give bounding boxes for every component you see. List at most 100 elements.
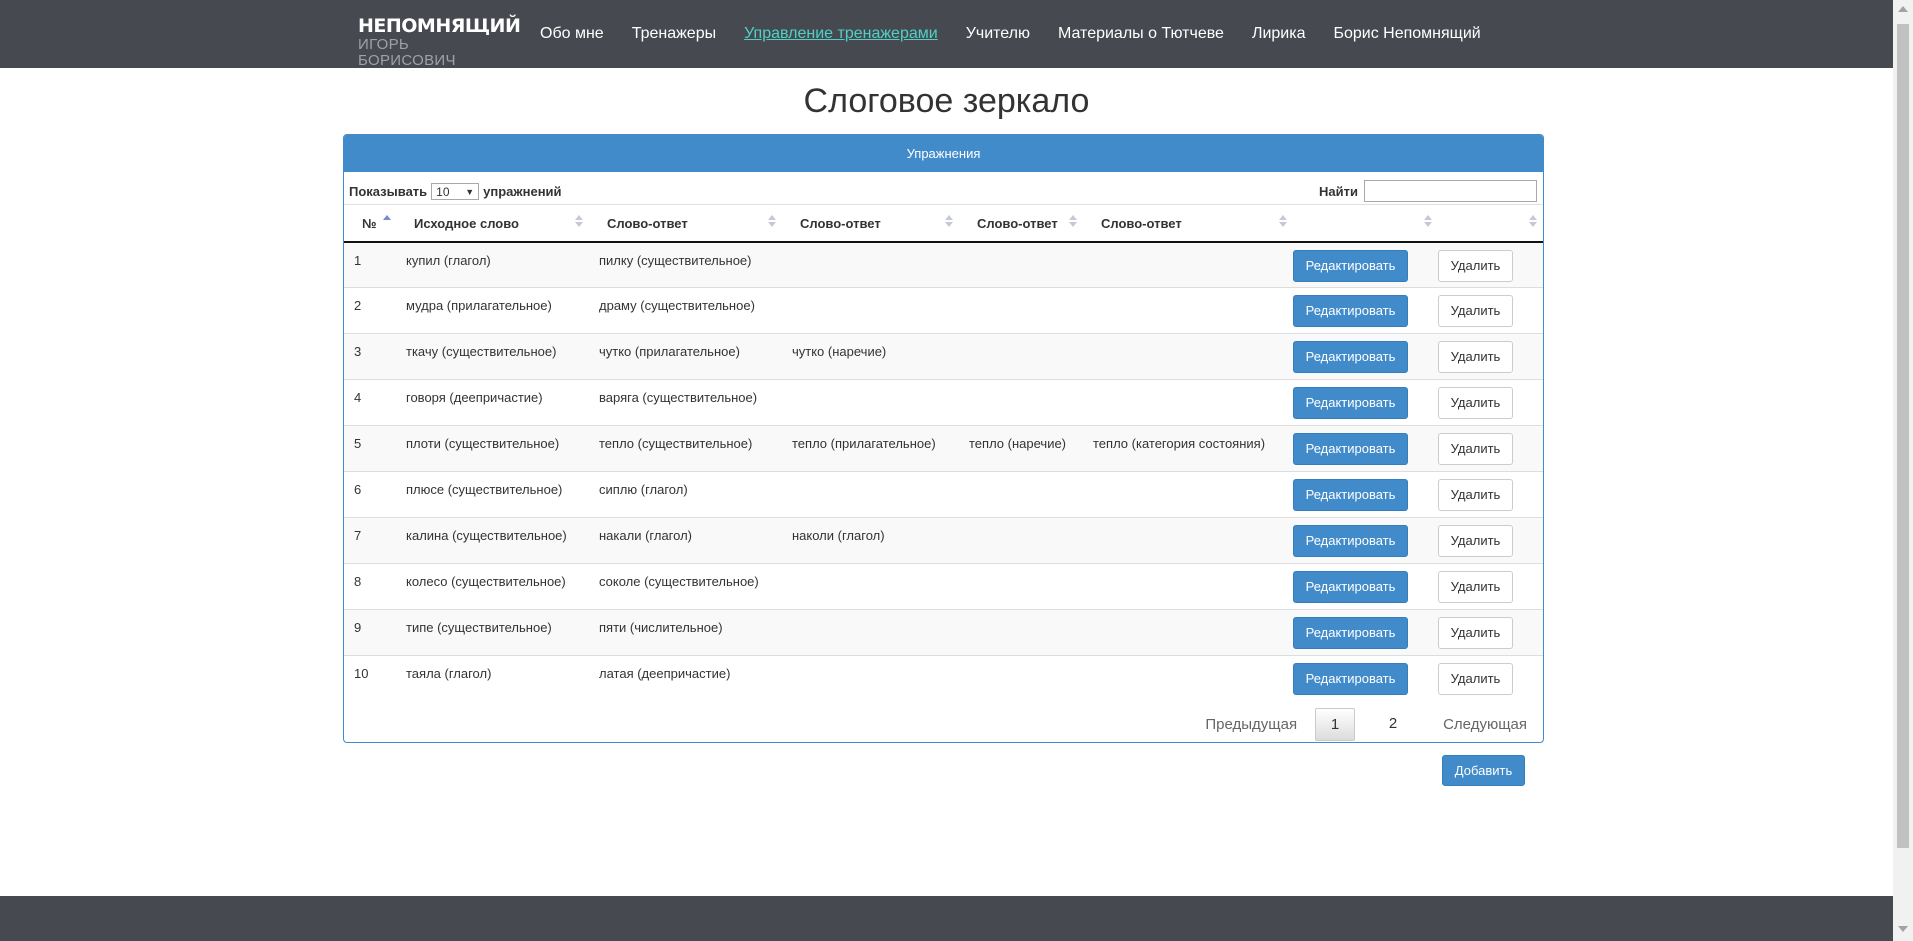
- footer: [0, 896, 1893, 941]
- page-scrollbar[interactable]: [1893, 0, 1913, 941]
- main-nav: Обо мне Тренажеры Управление тренажерами Уч…: [540, 0, 1509, 68]
- table-controls: Показывать 10 ▼ упражнений Найти: [344, 172, 1543, 204]
- delete-button[interactable]: Удалить: [1438, 387, 1513, 419]
- table-cell: [782, 241, 959, 288]
- nav-item-3[interactable]: Учителю: [966, 25, 1030, 43]
- scroll-thumb[interactable]: [1897, 24, 1909, 848]
- table-cell: [782, 287, 959, 334]
- edit-button[interactable]: Редактировать: [1293, 433, 1408, 465]
- row-number: 2: [344, 287, 396, 334]
- edit-button[interactable]: Редактировать: [1293, 295, 1408, 327]
- table-cell: чутко (наречие): [782, 333, 959, 380]
- search-label: Найти: [1319, 183, 1358, 199]
- pagination-page[interactable]: 2: [1373, 708, 1413, 741]
- scroll-up-icon[interactable]: [1898, 6, 1908, 12]
- column-header-0[interactable]: №: [344, 204, 396, 243]
- edit-button[interactable]: Редактировать: [1293, 387, 1408, 419]
- scroll-down-icon[interactable]: [1898, 926, 1908, 932]
- table-cell: наколи (глагол): [782, 517, 959, 564]
- add-button[interactable]: Добавить: [1442, 755, 1525, 786]
- delete-button[interactable]: Удалить: [1438, 571, 1513, 603]
- edit-button[interactable]: Редактировать: [1293, 249, 1408, 282]
- delete-button[interactable]: Удалить: [1438, 341, 1513, 373]
- table-row: 3 ткачу (существительное) чутко (прилагате…: [344, 333, 1543, 380]
- table-cell: [959, 333, 1083, 380]
- table-cell: [1083, 333, 1293, 380]
- table-cell: тепло (существительное): [589, 425, 782, 472]
- column-header-6[interactable]: [1293, 204, 1438, 243]
- column-header-label: Слово-ответ: [977, 216, 1058, 231]
- table-row: 1 купил (глагол) пилку (существительное) Ре…: [344, 241, 1543, 288]
- column-header-label: Исходное слово: [414, 216, 519, 231]
- column-header-label: Слово-ответ: [607, 216, 688, 231]
- table-cell: говоря (деепричастие): [396, 379, 589, 426]
- table-cell: [1083, 287, 1293, 334]
- pagination-prev[interactable]: Предыдущая: [1205, 716, 1297, 733]
- delete-button[interactable]: Удалить: [1438, 295, 1513, 327]
- pagination-page[interactable]: 1: [1315, 708, 1356, 741]
- table-cell: тепло (прилагательное): [782, 425, 959, 472]
- delete-button[interactable]: Удалить: [1438, 617, 1513, 649]
- length-suffix: упражнений: [483, 184, 562, 199]
- logo-subtitle: ИГОРЬ БОРИСОВИЧ: [358, 36, 456, 69]
- edit-button[interactable]: Редактировать: [1293, 341, 1408, 373]
- table-cell: таяла (глагол): [396, 655, 589, 702]
- table-cell: пилку (существительное): [589, 241, 782, 288]
- exercises-table: № Исходное слово Слово-ответ Слово-ответ Сло…: [344, 204, 1543, 702]
- edit-cell: Редактировать: [1293, 425, 1438, 472]
- table-cell: тепло (категория состояния): [1083, 425, 1293, 472]
- delete-cell: Удалить: [1438, 333, 1543, 380]
- table-cell: чутко (прилагательное): [589, 333, 782, 380]
- column-header-3[interactable]: Слово-ответ: [782, 204, 959, 243]
- table-cell: купил (глагол): [396, 241, 589, 288]
- delete-button[interactable]: Удалить: [1438, 479, 1513, 511]
- edit-button[interactable]: Редактировать: [1293, 571, 1408, 603]
- page-title: Слоговое зеркало: [803, 82, 1090, 120]
- edit-button[interactable]: Редактировать: [1293, 663, 1408, 695]
- site-logo[interactable]: НЕПОМНЯЩИЙ ИГОРЬ БОРИСОВИЧ: [358, 15, 521, 69]
- nav-item-4[interactable]: Материалы о Тютчеве: [1058, 25, 1224, 43]
- search-input[interactable]: [1364, 180, 1537, 202]
- table-cell: варяга (существительное): [589, 379, 782, 426]
- column-header-7[interactable]: [1438, 204, 1543, 243]
- delete-button[interactable]: Удалить: [1438, 433, 1513, 465]
- delete-button[interactable]: Удалить: [1438, 525, 1513, 557]
- table-cell: [959, 517, 1083, 564]
- table-cell: тепло (наречие): [959, 425, 1083, 472]
- nav-item-1[interactable]: Тренажеры: [632, 25, 716, 43]
- edit-button[interactable]: Редактировать: [1293, 617, 1408, 649]
- delete-cell: Удалить: [1438, 241, 1543, 288]
- pagination: Предыдущая 12 Следующая: [1187, 708, 1527, 741]
- table-cell: [1083, 517, 1293, 564]
- table-row: 8 колесо (существительное) соколе (существ…: [344, 563, 1543, 610]
- pagination-next[interactable]: Следующая: [1443, 716, 1527, 733]
- edit-button[interactable]: Редактировать: [1293, 525, 1408, 557]
- delete-button[interactable]: Удалить: [1438, 663, 1513, 695]
- table-cell: колесо (существительное): [396, 563, 589, 610]
- nav-item-2[interactable]: Управление тренажерами: [744, 25, 938, 43]
- table-cell: [1083, 563, 1293, 610]
- table-cell: типе (существительное): [396, 609, 589, 656]
- sort-icon: [575, 215, 583, 227]
- table-body: 1 купил (глагол) пилку (существительное) Ре…: [344, 241, 1543, 702]
- row-number: 6: [344, 471, 396, 518]
- nav-item-5[interactable]: Лирика: [1252, 25, 1306, 43]
- delete-cell: Удалить: [1438, 517, 1543, 564]
- column-header-1[interactable]: Исходное слово: [396, 204, 589, 243]
- edit-cell: Редактировать: [1293, 517, 1438, 564]
- edit-button[interactable]: Редактировать: [1293, 479, 1408, 511]
- column-header-2[interactable]: Слово-ответ: [589, 204, 782, 243]
- exercises-panel: Упражнения Показывать 10 ▼ упражнений На…: [343, 134, 1544, 743]
- page-length-select[interactable]: 10 ▼: [431, 183, 480, 200]
- nav-item-6[interactable]: Борис Непомнящий: [1333, 25, 1480, 43]
- table-cell: плоти (существительное): [396, 425, 589, 472]
- column-header-5[interactable]: Слово-ответ: [1083, 204, 1293, 243]
- column-header-label: Слово-ответ: [800, 216, 881, 231]
- column-header-4[interactable]: Слово-ответ: [959, 204, 1083, 243]
- sort-icon: [768, 215, 776, 227]
- nav-item-0[interactable]: Обо мне: [540, 25, 604, 43]
- table-cell: [959, 287, 1083, 334]
- table-cell: драму (существительное): [589, 287, 782, 334]
- table-row: 6 плюсе (существительное) сиплю (глагол) Ре…: [344, 471, 1543, 518]
- delete-button[interactable]: Удалить: [1438, 249, 1513, 282]
